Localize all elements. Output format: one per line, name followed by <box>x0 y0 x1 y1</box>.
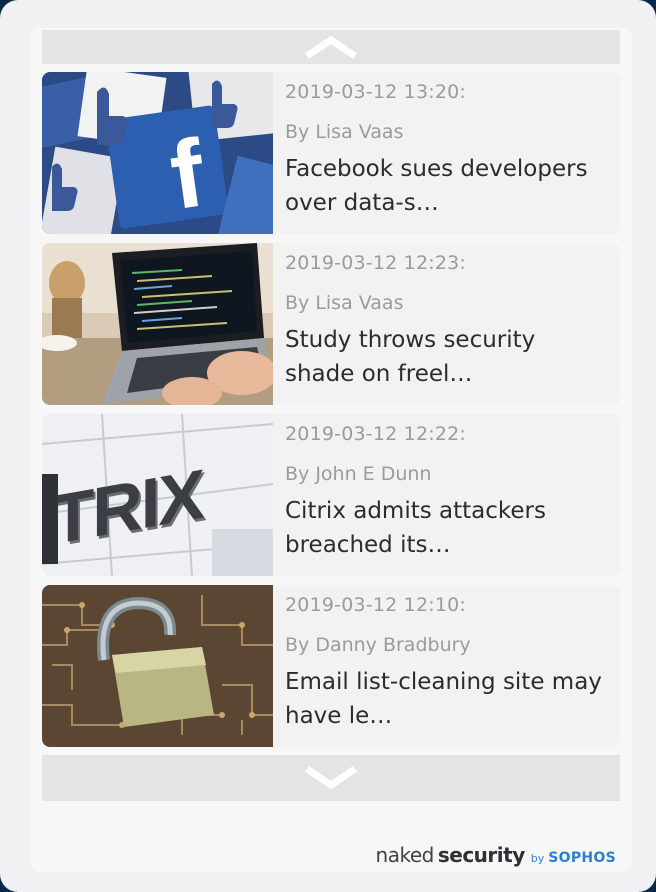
article-title[interactable]: Citrix admits attackers breached its… <box>285 494 610 562</box>
article-meta: 2019-03-12 12:10: By Danny Bradbury Emai… <box>273 585 620 747</box>
article-card[interactable]: 2019-03-12 12:23: By Lisa Vaas Study thr… <box>42 243 620 405</box>
article-card[interactable]: ITRIX ITRIX 2019-03-12 12:22: By John E … <box>42 414 620 576</box>
scroll-up-button[interactable] <box>42 30 620 64</box>
article-date: 2019-03-12 13:20: <box>285 81 467 103</box>
article-list: f 2019-03-12 13:20: By Lisa Vaas Faceboo… <box>42 72 620 756</box>
scroll-down-button[interactable] <box>42 755 620 801</box>
logo-sophos-text: SOPHOS <box>548 850 616 866</box>
article-card[interactable]: 2019-03-12 12:10: By Danny Bradbury Emai… <box>42 585 620 747</box>
article-meta: 2019-03-12 13:20: By Lisa Vaas Facebook … <box>273 72 620 234</box>
article-title[interactable]: Email list-cleaning site may have le… <box>285 665 610 733</box>
chevron-up-icon <box>305 35 357 59</box>
naked-security-logo[interactable]: naked security by SOPHOS <box>376 843 616 867</box>
laptop-coding-image <box>42 243 273 405</box>
logo-by-text: by <box>530 852 545 865</box>
facebook-thumbs-down-image: f <box>42 72 273 234</box>
citrix-sign-image: ITRIX ITRIX <box>42 414 273 576</box>
article-date: 2019-03-12 12:10: <box>285 594 467 616</box>
article-date: 2019-03-12 12:23: <box>285 252 467 274</box>
article-title[interactable]: Facebook sues developers over data-s… <box>285 152 610 220</box>
article-meta: 2019-03-12 12:23: By Lisa Vaas Study thr… <box>273 243 620 405</box>
article-author: By John E Dunn <box>285 463 432 485</box>
article-card[interactable]: f 2019-03-12 13:20: By Lisa Vaas Faceboo… <box>42 72 620 234</box>
article-date: 2019-03-12 12:22: <box>285 423 467 445</box>
open-padlock-circuit-image <box>42 585 273 747</box>
chevron-down-icon <box>305 766 357 790</box>
article-title[interactable]: Study throws security shade on freel… <box>285 323 610 391</box>
widget-frame: f 2019-03-12 13:20: By Lisa Vaas Faceboo… <box>0 0 656 892</box>
logo-naked-text: naked <box>375 843 435 867</box>
logo-security-text: security <box>437 843 525 867</box>
article-author: By Lisa Vaas <box>285 121 404 143</box>
article-author: By Lisa Vaas <box>285 292 404 314</box>
article-meta: 2019-03-12 12:22: By John E Dunn Citrix … <box>273 414 620 576</box>
article-author: By Danny Bradbury <box>285 634 471 656</box>
